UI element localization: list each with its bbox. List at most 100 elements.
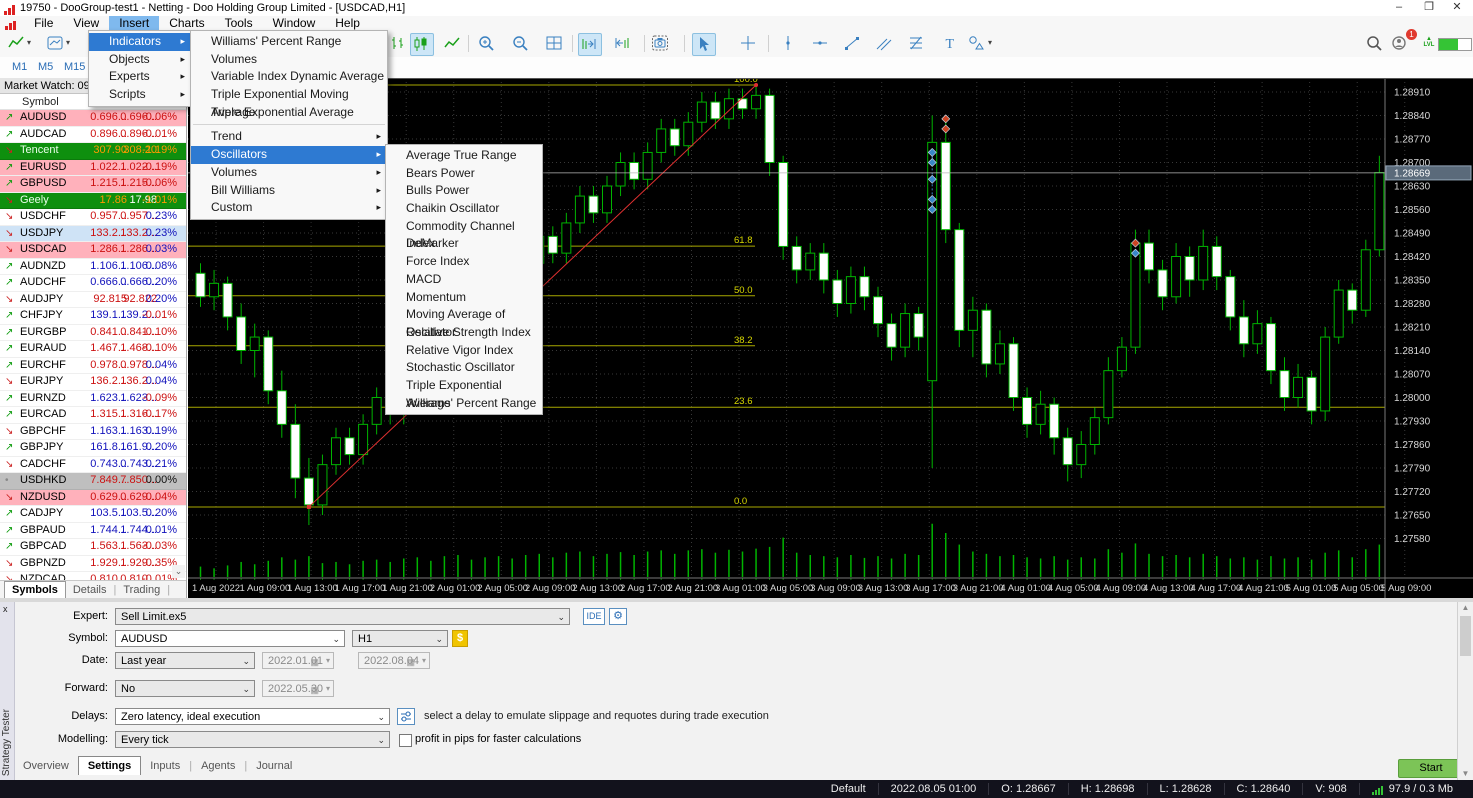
minimize-button[interactable]: – bbox=[1385, 0, 1413, 15]
auto-scroll-button[interactable] bbox=[578, 33, 602, 56]
bar-chart-button[interactable] bbox=[388, 33, 410, 54]
close-button[interactable]: ✕ bbox=[1443, 0, 1471, 15]
oscillator-item[interactable]: Momentum bbox=[386, 289, 542, 307]
market-watch-tab-symbols[interactable]: Symbols bbox=[4, 581, 66, 599]
timeframe-m5[interactable]: M5 bbox=[34, 59, 57, 75]
market-watch-tab-details[interactable]: Details bbox=[66, 582, 114, 599]
market-watch-row[interactable]: ↗AUDCHF0.666...0.666...0.20% bbox=[0, 275, 186, 292]
menu-charts[interactable]: Charts bbox=[159, 16, 214, 30]
menu-view[interactable]: View bbox=[63, 16, 109, 30]
dropdown-caret-icon[interactable]: ▾ bbox=[27, 38, 31, 47]
tile-windows-button[interactable] bbox=[544, 33, 566, 54]
zoom-in-button[interactable] bbox=[476, 33, 498, 54]
start-button[interactable]: Start bbox=[1398, 759, 1464, 778]
chart-type-button[interactable] bbox=[6, 33, 28, 54]
vertical-line-button[interactable] bbox=[778, 33, 800, 54]
expert-select[interactable]: Sell Limit.ex5⌄ bbox=[115, 608, 570, 625]
market-watch-row[interactable]: ↗AUDCAD0.896...0.896...-0.01% bbox=[0, 127, 186, 144]
market-watch-row[interactable]: •USDHKD7.849...7.850...0.00% bbox=[0, 473, 186, 490]
notifications-button[interactable]: 1 bbox=[1390, 33, 1412, 54]
market-watch-tab-trading[interactable]: Trading bbox=[116, 582, 167, 599]
indicator-item[interactable]: Variable Index Dynamic Average bbox=[191, 68, 387, 86]
expert-properties-gear-button[interactable]: ⚙ bbox=[609, 608, 627, 625]
tester-tab-inputs[interactable]: Inputs bbox=[141, 757, 189, 775]
menu-file[interactable]: File bbox=[24, 16, 63, 30]
market-watch-row[interactable]: ↗GBPAUD1.744...1.744...0.01% bbox=[0, 523, 186, 540]
fibonacci-button[interactable] bbox=[906, 33, 928, 54]
indicator-item[interactable]: Williams' Percent Range bbox=[191, 33, 387, 51]
market-watch-row[interactable]: ↘AUDJPY92.81592.8220.20% bbox=[0, 292, 186, 309]
cursor-button[interactable] bbox=[692, 33, 716, 56]
market-watch-row[interactable]: ↘CADCHF0.743...0.743...0.21% bbox=[0, 457, 186, 474]
indicator-group-volumes[interactable]: Volumes▸ bbox=[191, 164, 387, 182]
symbol-select[interactable]: AUDUSD⌄ bbox=[115, 630, 345, 647]
market-watch-row[interactable]: ↗EURCAD1.315...1.316...-0.17% bbox=[0, 407, 186, 424]
forward-select[interactable]: No⌄ bbox=[115, 680, 255, 697]
timeframe-select[interactable]: H1⌄ bbox=[352, 630, 448, 647]
menu-help[interactable]: Help bbox=[325, 16, 370, 30]
forward-date-field[interactable]: 2022.05.30▦▾ bbox=[262, 680, 334, 697]
oscillator-item[interactable]: Bulls Power bbox=[386, 182, 542, 200]
indicator-group-bill-williams[interactable]: Bill Williams▸ bbox=[191, 182, 387, 200]
tester-scrollbar[interactable]: ▲ ▼ bbox=[1457, 602, 1473, 780]
market-watch-row[interactable]: ↗EURNZD1.623...1.623...-0.09% bbox=[0, 391, 186, 408]
horizontal-line-button[interactable] bbox=[810, 33, 832, 54]
market-watch-row[interactable]: ↘NZDCAD0.810...0.810...-0.01% bbox=[0, 572, 186, 580]
screenshot-button[interactable] bbox=[650, 33, 672, 54]
market-watch-row[interactable]: ↘USDJPY133.2...133.2...0.23% bbox=[0, 226, 186, 243]
date-from-field[interactable]: 2022.01.01▦▾ bbox=[262, 652, 334, 669]
ide-button[interactable]: IDE bbox=[583, 608, 605, 625]
modelling-select[interactable]: Every tick⌄ bbox=[115, 731, 390, 748]
market-watch-row[interactable]: ↘Geely17.8617.98-1.01% bbox=[0, 193, 186, 210]
market-watch-row[interactable]: ↗EURCHF0.978...0.978...0.04% bbox=[0, 358, 186, 375]
indicator-group-trend[interactable]: Trend▸ bbox=[191, 128, 387, 146]
date-range-select[interactable]: Last year⌄ bbox=[115, 652, 255, 669]
oscillator-item[interactable]: Chaikin Oscillator bbox=[386, 200, 542, 218]
market-watch-row[interactable]: ↘USDCHF0.957...0.957...0.23% bbox=[0, 209, 186, 226]
market-watch-row[interactable]: ↘NZDUSD0.629...0.629...-0.04% bbox=[0, 490, 186, 507]
scroll-down-icon[interactable]: ⌄ bbox=[172, 565, 185, 578]
insert-menu-item-scripts[interactable]: Scripts▸ bbox=[89, 86, 191, 104]
market-watch-row[interactable]: ↗AUDNZD1.106...1.106...0.08% bbox=[0, 259, 186, 276]
menu-tools[interactable]: Tools bbox=[215, 16, 263, 30]
scrollbar-thumb[interactable] bbox=[1460, 616, 1471, 656]
channel-button[interactable] bbox=[874, 33, 896, 54]
dropdown-caret-icon[interactable]: ▾ bbox=[988, 38, 992, 47]
line-chart-button[interactable] bbox=[442, 33, 464, 54]
market-watch-row[interactable]: ↗CADJPY103.5...103.5...0.20% bbox=[0, 506, 186, 523]
scroll-down-icon[interactable]: ▼ bbox=[1458, 768, 1473, 780]
tester-tab-overview[interactable]: Overview bbox=[14, 757, 78, 775]
dropdown-caret-icon[interactable]: ▾ bbox=[66, 38, 70, 47]
tester-tab-journal[interactable]: Journal bbox=[247, 757, 301, 775]
level-button[interactable]: ▲LVL bbox=[1418, 33, 1440, 54]
restore-button[interactable]: ❐ bbox=[1415, 0, 1443, 15]
oscillator-item[interactable]: Relative Vigor Index bbox=[386, 342, 542, 360]
indicator-item[interactable]: Triple Exponential Moving Average bbox=[191, 86, 387, 104]
oscillator-item[interactable]: Commodity Channel Index bbox=[386, 218, 542, 236]
oscillator-item[interactable]: Bears Power bbox=[386, 165, 542, 183]
market-watch-row[interactable]: ↗CHFJPY139.1...139.2...-0.01% bbox=[0, 308, 186, 325]
market-watch-row[interactable]: ↗EURAUD1.467...1.468...-0.10% bbox=[0, 341, 186, 358]
oscillator-item[interactable]: Williams' Percent Range bbox=[386, 395, 542, 413]
market-watch-row[interactable]: ↗GBPCAD1.563...1.563...-0.03% bbox=[0, 539, 186, 556]
market-watch-row[interactable]: ↘GBPNZD1.929...1.929...-0.35% bbox=[0, 556, 186, 573]
oscillator-item[interactable]: Stochastic Oscillator bbox=[386, 359, 542, 377]
indicator-group-oscillators[interactable]: Oscillators▸ bbox=[191, 146, 387, 164]
zoom-out-button[interactable] bbox=[510, 33, 532, 54]
insert-menu-item-objects[interactable]: Objects▸ bbox=[89, 51, 191, 69]
candlestick-button[interactable] bbox=[410, 33, 434, 56]
date-to-field[interactable]: 2022.08.04▦▾ bbox=[358, 652, 430, 669]
search-button[interactable] bbox=[1364, 33, 1386, 54]
market-watch-row[interactable]: ↘USDCAD1.286...1.286...0.03% bbox=[0, 242, 186, 259]
indicator-item[interactable]: Volumes bbox=[191, 51, 387, 69]
oscillator-item[interactable]: MACD bbox=[386, 271, 542, 289]
market-watch-row[interactable]: ↘Tencent307.90308.20-1.19% bbox=[0, 143, 186, 160]
timeframe-m1[interactable]: M1 bbox=[8, 59, 31, 75]
timeframe-m15[interactable]: M15 bbox=[60, 59, 89, 75]
menu-window[interactable]: Window bbox=[263, 16, 326, 30]
chart-shift-button[interactable] bbox=[612, 33, 634, 54]
market-watch-row[interactable]: ↘EURJPY136.2...136.2...0.04% bbox=[0, 374, 186, 391]
insert-menu-item-indicators[interactable]: Indicators▸ bbox=[89, 33, 191, 51]
oscillator-item[interactable]: Force Index bbox=[386, 253, 542, 271]
oscillator-item[interactable]: Average True Range bbox=[386, 147, 542, 165]
